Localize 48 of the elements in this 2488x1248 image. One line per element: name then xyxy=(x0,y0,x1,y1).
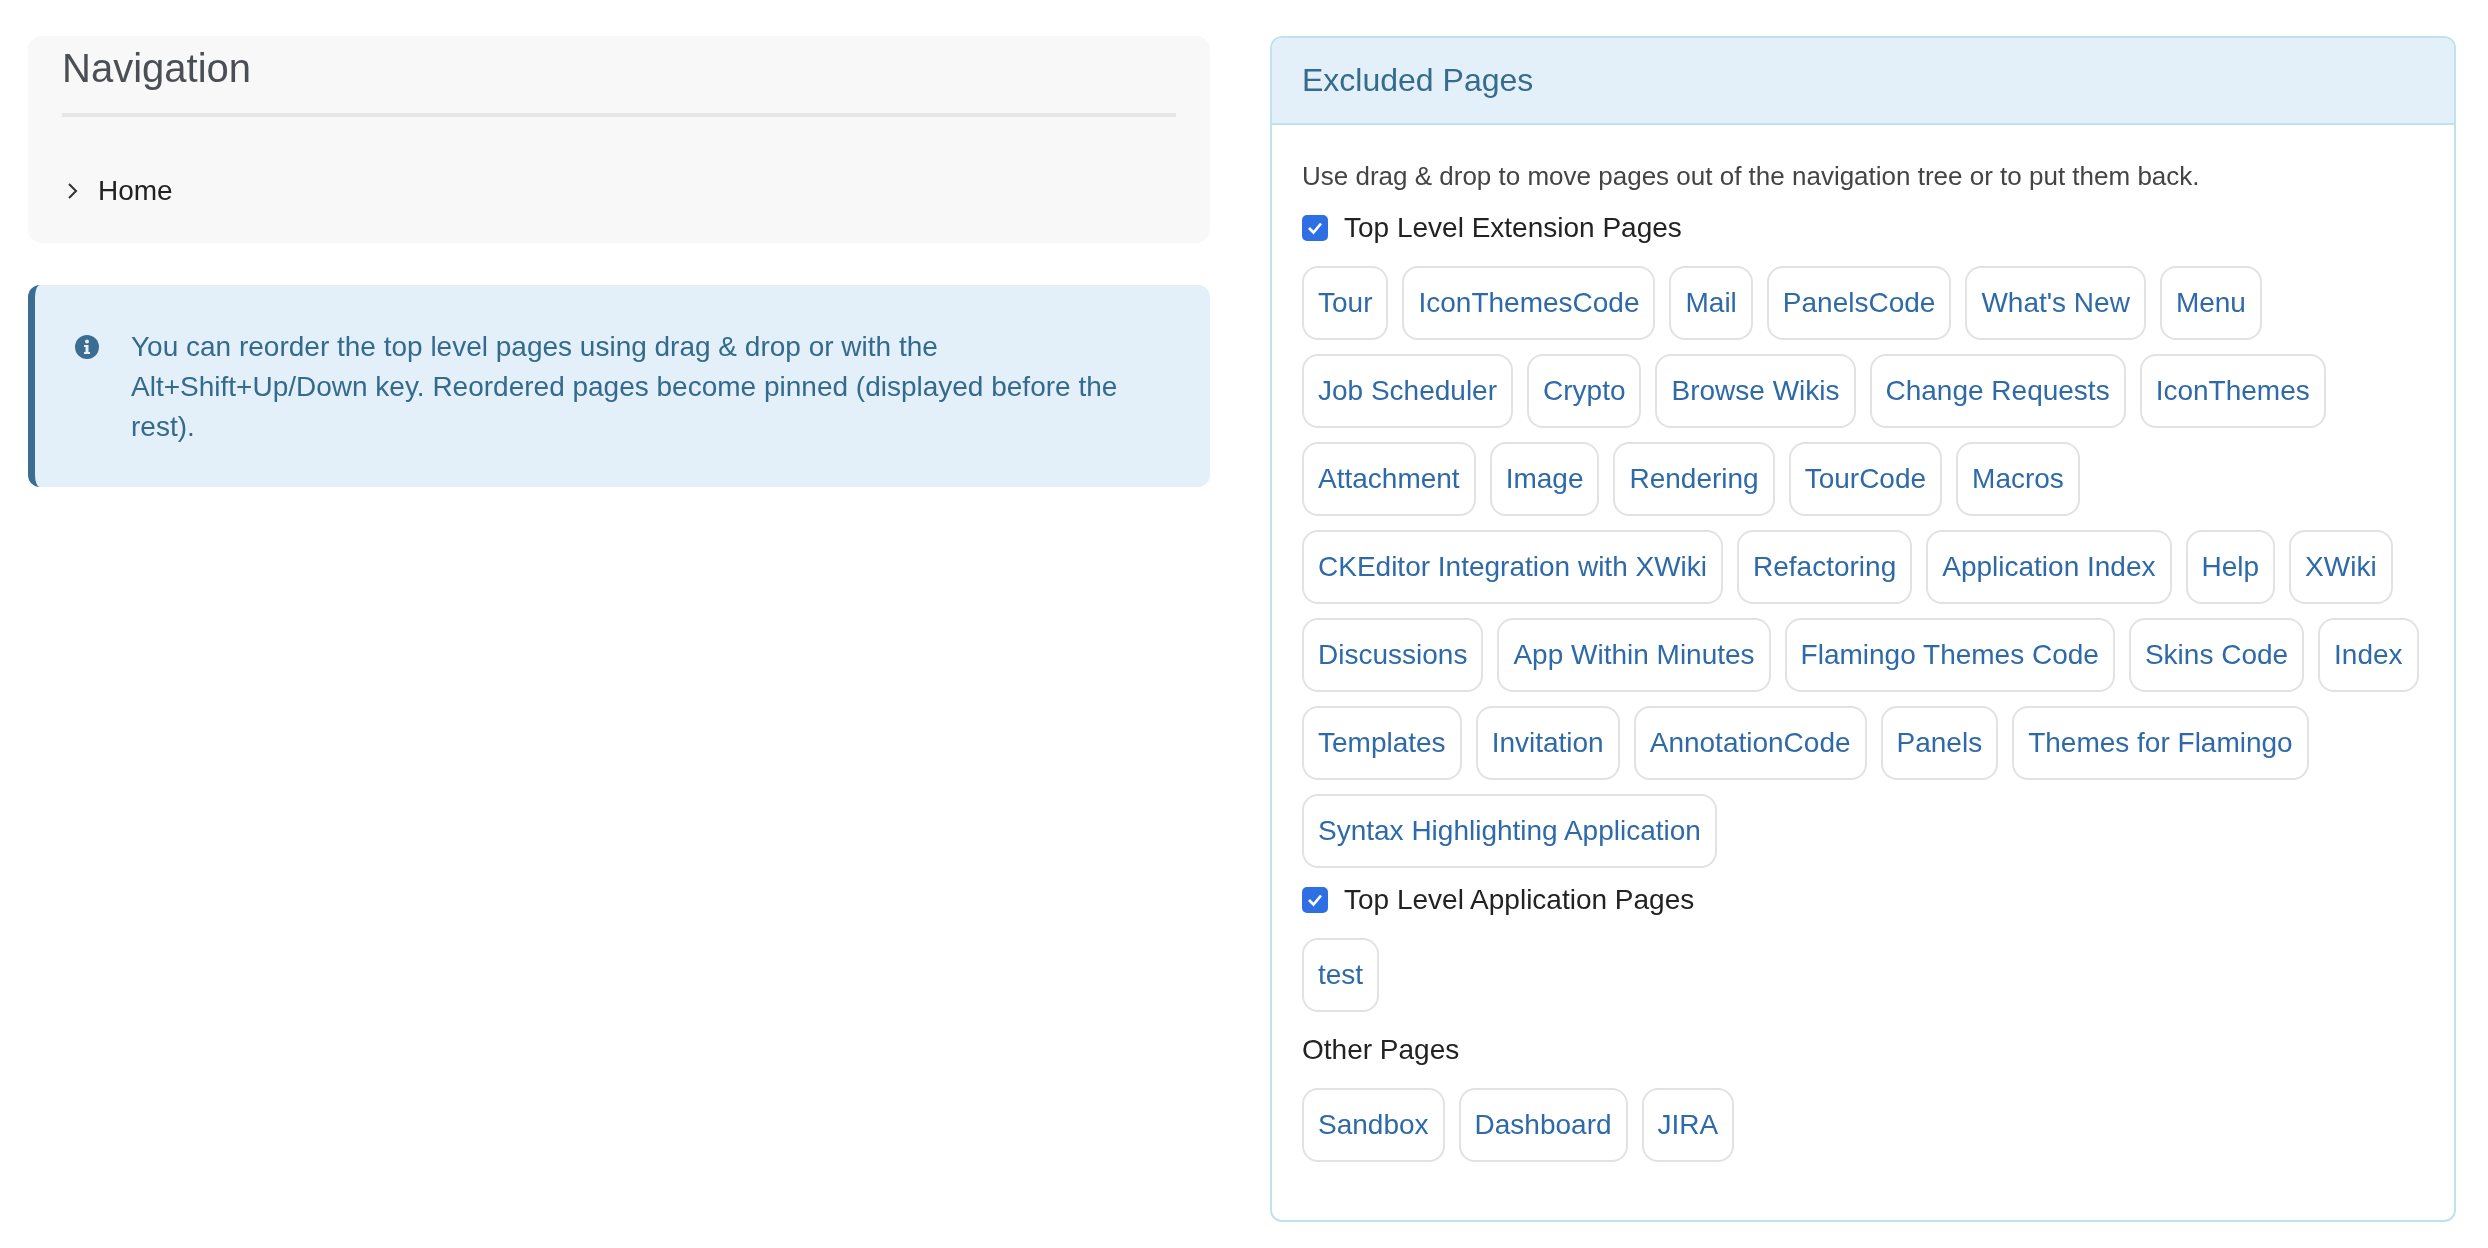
page-chip[interactable]: PanelsCode xyxy=(1766,266,1952,340)
page-chip[interactable]: What's New xyxy=(1965,266,2146,340)
group-label: Top Level Application Pages xyxy=(1344,884,1695,916)
page-chip[interactable]: test xyxy=(1302,938,1380,1012)
page-chip[interactable]: Change Requests xyxy=(1869,354,2126,428)
page-chip[interactable]: Invitation xyxy=(1475,706,1620,780)
page-chip[interactable]: Syntax Highlighting Application xyxy=(1302,794,1717,868)
page-chip[interactable]: Panels xyxy=(1880,706,1999,780)
page-chip[interactable]: Mail xyxy=(1669,266,1753,340)
page-chip[interactable]: Skins Code xyxy=(2128,618,2305,692)
page-chip[interactable]: Refactoring xyxy=(1737,530,1913,604)
group-label: Top Level Extension Pages xyxy=(1344,212,1682,244)
page-chip[interactable]: AnnotationCode xyxy=(1633,706,1867,780)
page-chip[interactable]: JIRA xyxy=(1641,1088,1735,1162)
page-chip[interactable]: Browse Wikis xyxy=(1655,354,1856,428)
page-chip[interactable]: Macros xyxy=(1956,442,2080,516)
group-label: Other Pages xyxy=(1302,1034,1461,1066)
page-chip[interactable]: XWiki xyxy=(2289,530,2393,604)
chevron-right-icon[interactable] xyxy=(66,182,80,200)
page-chip[interactable]: Image xyxy=(1489,442,1600,516)
page-chip[interactable]: Templates xyxy=(1302,706,1462,780)
page-chip[interactable]: Themes for Flamingo xyxy=(2012,706,2309,780)
page-chip[interactable]: IconThemes xyxy=(2139,354,2326,428)
page-chip[interactable]: Help xyxy=(2185,530,2276,604)
page-chip[interactable]: TourCode xyxy=(1788,442,1943,516)
page-chip[interactable]: Index xyxy=(2318,618,2419,692)
page-chip[interactable]: Discussions xyxy=(1302,618,1484,692)
page-chip[interactable]: Attachment xyxy=(1302,442,1476,516)
hint-text: Use drag & drop to move pages out of the navigation tree or to put them back. xyxy=(1302,161,2201,192)
page-chip[interactable]: CKEditor Integration with XWiki xyxy=(1302,530,1724,604)
page-chip[interactable]: Dashboard xyxy=(1458,1088,1628,1162)
page-chip[interactable]: App Within Minutes xyxy=(1497,618,1771,692)
page-chip[interactable]: Job Scheduler xyxy=(1302,354,1513,428)
info-icon xyxy=(75,335,99,359)
tree-item[interactable]: Home xyxy=(98,175,173,207)
page-chip[interactable]: Tour xyxy=(1302,266,1389,340)
page-chip[interactable]: Flamingo Themes Code xyxy=(1784,618,2115,692)
page-chip[interactable]: Menu xyxy=(2159,266,2262,340)
page-chip[interactable]: Application Index xyxy=(1926,530,2172,604)
page-chip[interactable]: Rendering xyxy=(1613,442,1775,516)
navigation-title: Navigation xyxy=(62,42,1176,117)
panel-title: Excluded Pages xyxy=(1302,62,1535,99)
page-chip[interactable]: Crypto xyxy=(1527,354,1642,428)
page-chip[interactable]: IconThemesCode xyxy=(1402,266,1656,340)
checkbox[interactable] xyxy=(1302,887,1328,913)
info-text: You can reorder the top level pages using drag & drop or with the Alt+Shift+Up/Down key. Reordered pages become pinned (displayed before the rest). xyxy=(131,330,1119,444)
page-chip[interactable]: Sandbox xyxy=(1302,1088,1445,1162)
checkbox[interactable] xyxy=(1302,215,1328,241)
